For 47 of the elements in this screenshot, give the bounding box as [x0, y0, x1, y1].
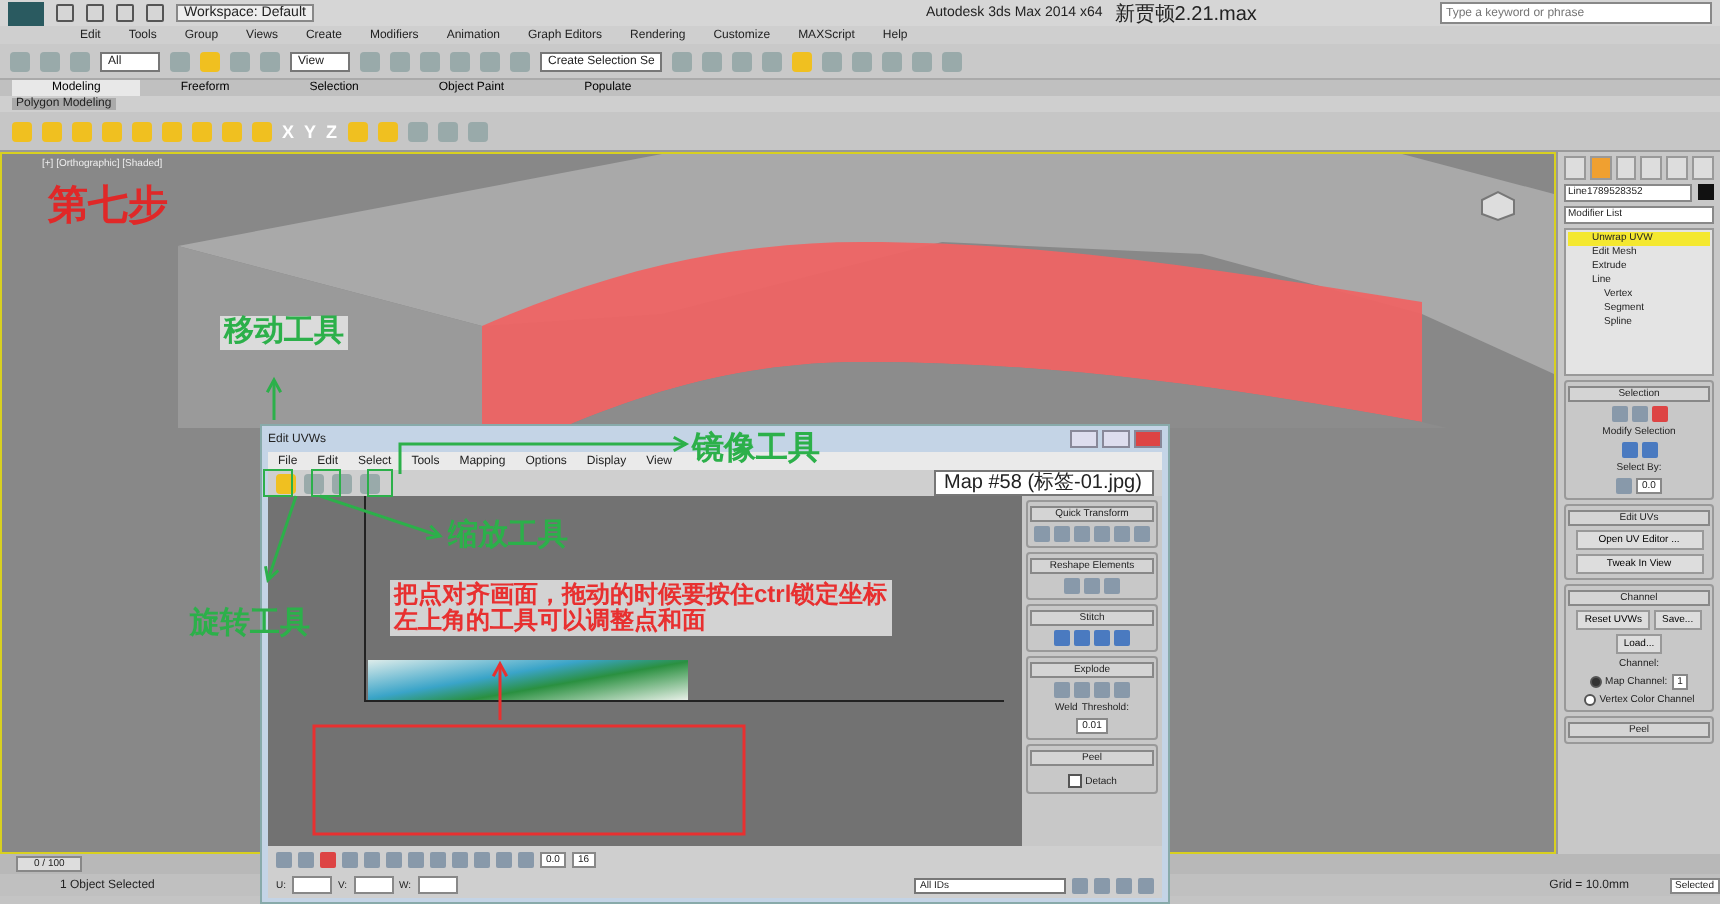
panel-tab-icon[interactable]: [1615, 156, 1637, 180]
viewcube-icon[interactable]: [1478, 190, 1518, 222]
panel-tab-icon[interactable]: [1640, 156, 1663, 180]
coordinate-field[interactable]: [417, 876, 458, 894]
note-annotation: 把点对齐画面，拖动的时候要按住ctrl锁定坐标: [394, 582, 888, 608]
file-name: 新贾顿2.21.max: [1114, 1, 1257, 27]
toolbar-icon[interactable]: [822, 51, 843, 71]
panel-tab-icon[interactable]: [1564, 156, 1586, 180]
annotation-arrow: [265, 376, 283, 420]
toolbar-icon[interactable]: [942, 51, 963, 71]
step-annotation: 第七步: [48, 184, 168, 228]
coordinate-field[interactable]: [292, 876, 332, 894]
coordinate-field[interactable]: [353, 876, 394, 894]
toolbar-icon[interactable]: [882, 51, 903, 71]
toolbar-icon[interactable]: [792, 51, 813, 71]
note-annotation: 左上角的工具可以调整点和面: [394, 608, 708, 635]
annotation-arrow: [491, 660, 509, 720]
tool-annotation: 镜像工具: [692, 432, 820, 468]
ribbon-tool-icon[interactable]: [467, 121, 488, 141]
app-logo-icon[interactable]: [8, 1, 44, 25]
toolbar-icon[interactable]: [702, 51, 723, 71]
panel-tab-icon[interactable]: [1692, 156, 1714, 180]
toolbar-icon[interactable]: [762, 51, 783, 71]
tool-annotation: 移动工具: [220, 316, 348, 349]
annotation-arrow: [264, 495, 298, 583]
texture-map-dropdown[interactable]: Map #58 (标签-01.jpg): [934, 470, 1154, 496]
ribbon-tool-icon[interactable]: [377, 121, 398, 141]
close-button[interactable]: [1134, 430, 1162, 448]
ribbon-tool-icon[interactable]: [437, 121, 458, 141]
ribbon-tool-icon[interactable]: [407, 121, 428, 141]
toolbar-icon[interactable]: [912, 51, 933, 71]
checkbox[interactable]: [1067, 774, 1082, 788]
tool-annotation: 缩放工具: [448, 520, 568, 553]
ribbon-tool-icon[interactable]: [347, 121, 368, 141]
toolbar-icon[interactable]: [732, 51, 753, 71]
select-by-icon[interactable]: [1616, 478, 1633, 494]
highlight-frame: [263, 469, 393, 497]
maximize-button[interactable]: [1102, 430, 1130, 448]
color-swatch[interactable]: [1698, 184, 1714, 200]
radio-button[interactable]: [1589, 676, 1602, 688]
panel-tab-icon[interactable]: [1666, 156, 1689, 180]
toolbar-icon[interactable]: [672, 51, 693, 71]
toolbar-icon[interactable]: [852, 51, 873, 71]
minimize-button[interactable]: [1070, 430, 1098, 448]
panel-tab-icon[interactable]: [1589, 156, 1612, 180]
radio-button[interactable]: [1583, 694, 1596, 706]
annotation-arrow: [319, 494, 443, 540]
